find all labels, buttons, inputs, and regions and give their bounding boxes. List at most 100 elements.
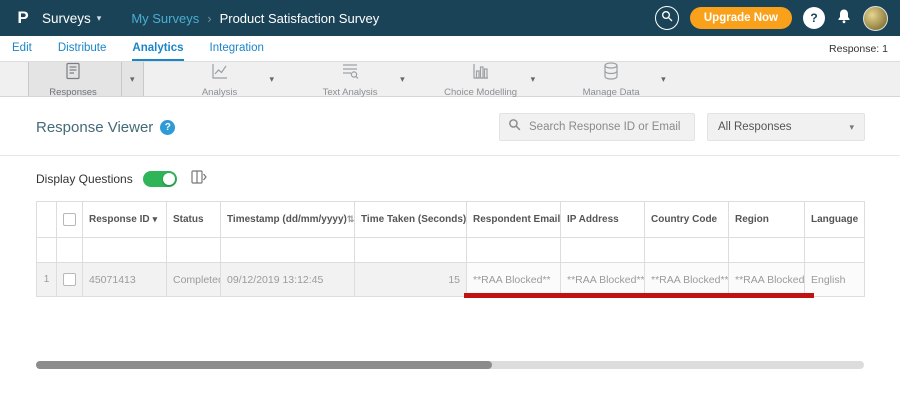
col-ip-address-label: IP Address — [567, 214, 619, 225]
bell-icon — [836, 8, 852, 29]
col-language[interactable]: Language — [804, 201, 865, 238]
sort-desc-icon: ▾ — [152, 214, 158, 224]
filter-input-region[interactable] — [735, 238, 798, 262]
col-language-label: Language — [811, 214, 859, 225]
horizontal-scrollbar[interactable] — [36, 361, 864, 369]
column-view-button[interactable] — [191, 169, 207, 189]
filter-input-status[interactable] — [173, 238, 214, 262]
ribbon-label-analysis: Analysis — [201, 86, 238, 98]
surveys-menu-label: Surveys — [42, 10, 91, 26]
nav-item-distribute[interactable]: Distribute — [58, 36, 107, 61]
table-row: 1 45071413 Completed 09/12/2019 13:12:45… — [36, 262, 865, 297]
responses-dropdown-caret-icon[interactable]: ▾ — [121, 62, 143, 96]
choice-modelling-icon — [471, 61, 491, 86]
col-ip-address[interactable]: IP Address — [560, 201, 645, 238]
choice-modelling-dropdown-caret-icon[interactable]: ▾ — [531, 74, 536, 85]
col-respondent-email-label: Respondent Email — [473, 214, 561, 225]
col-respondent-email[interactable]: Respondent Email — [466, 201, 561, 238]
manage-data-icon — [601, 61, 621, 86]
select-all-header — [56, 201, 83, 238]
row-checkbox[interactable] — [63, 273, 76, 286]
text-analysis-icon — [340, 61, 360, 86]
display-questions-toggle[interactable] — [142, 171, 177, 187]
response-id-link[interactable]: 45071413 — [82, 262, 167, 297]
filter-input-response-id[interactable] — [89, 238, 160, 262]
ribbon-item-choice-modelling[interactable]: Choice Modelling ▾ — [437, 61, 536, 98]
filter-input-time-taken[interactable] — [361, 238, 460, 262]
column-layout-icon — [191, 169, 207, 189]
filter-cell-check — [56, 237, 83, 263]
ribbon-label-manage-data: Manage Data — [582, 86, 640, 98]
all-responses-label: All Responses — [718, 121, 792, 133]
surveys-menu-dropdown[interactable]: Surveys ▾ — [42, 11, 101, 26]
ribbon-item-manage-data[interactable]: Manage Data ▾ — [567, 61, 666, 98]
breadcrumb-separator-icon: › — [207, 10, 212, 26]
app-logo[interactable]: P — [12, 7, 34, 29]
page-root: P Surveys ▾ My Surveys › Product Satisfa… — [0, 0, 900, 401]
user-avatar[interactable] — [863, 5, 888, 31]
notifications-button[interactable] — [836, 8, 852, 29]
col-region[interactable]: Region — [728, 201, 805, 238]
col-response-id-label: Response ID — [89, 214, 150, 225]
col-time-taken-label: Time Taken (Seconds) — [361, 214, 467, 225]
display-questions-label: Display Questions — [36, 172, 133, 186]
help-button[interactable]: ? — [803, 7, 825, 29]
row-number: 1 — [36, 262, 57, 297]
toggle-knob — [162, 173, 175, 185]
col-status[interactable]: Status — [166, 201, 221, 238]
breadcrumb: My Surveys › Product Satisfaction Survey — [131, 11, 379, 26]
country-code-cell: **RAA Blocked** — [644, 262, 729, 297]
ribbon-item-responses[interactable]: Responses ▾ — [28, 61, 144, 98]
col-timestamp[interactable]: Timestamp (dd/mm/yyyy) ⇅ — [220, 201, 355, 238]
upgrade-now-button[interactable]: Upgrade Now — [689, 7, 792, 29]
col-time-taken[interactable]: Time Taken (Seconds)⇅ — [354, 201, 467, 238]
question-mark-icon: ? — [810, 11, 818, 25]
filter-input-respondent-email[interactable] — [473, 238, 554, 262]
response-count: Response: 1 — [829, 42, 888, 55]
filter-input-language[interactable] — [811, 238, 858, 262]
search-icon — [661, 9, 673, 27]
nav-item-edit[interactable]: Edit — [12, 36, 32, 61]
title-help-icon[interactable]: ? — [160, 119, 176, 135]
top-header: P Surveys ▾ My Surveys › Product Satisfa… — [0, 0, 900, 36]
responses-table-wrap: Response ID ▾ Status Timestamp (dd/mm/yyy… — [36, 201, 865, 298]
select-all-checkbox[interactable] — [63, 213, 76, 226]
manage-data-dropdown-caret-icon[interactable]: ▾ — [661, 74, 666, 85]
red-annotation-underline — [464, 293, 814, 298]
ribbon-item-text-analysis[interactable]: Text Analysis ▾ — [306, 61, 405, 98]
nav-item-integration[interactable]: Integration — [210, 36, 264, 61]
timestamp-cell: 09/12/2019 13:12:45 — [220, 262, 355, 297]
nav-item-analytics[interactable]: Analytics — [132, 36, 184, 61]
scrollbar-thumb[interactable] — [36, 361, 492, 369]
table-header-row: Response ID ▾ Status Timestamp (dd/mm/yyy… — [36, 201, 865, 238]
filter-input-timestamp[interactable] — [227, 238, 348, 262]
response-search-input[interactable] — [527, 120, 686, 134]
response-search-box — [499, 113, 695, 141]
col-country-code[interactable]: Country Code — [644, 201, 729, 238]
filter-cell-num — [36, 237, 57, 263]
row-number-header — [36, 201, 57, 238]
table-filter-row — [36, 237, 865, 263]
region-cell: **RAA Blocked** — [728, 262, 805, 297]
text-analysis-dropdown-caret-icon[interactable]: ▾ — [400, 74, 405, 85]
col-status-label: Status — [173, 214, 204, 225]
ribbon-item-analysis[interactable]: Analysis ▾ — [176, 61, 275, 98]
analysis-dropdown-caret-icon[interactable]: ▾ — [270, 74, 275, 85]
search-button[interactable] — [654, 6, 679, 30]
breadcrumb-current-survey: Product Satisfaction Survey — [219, 10, 380, 26]
time-taken-cell: 15 — [354, 262, 467, 297]
status-cell: Completed — [166, 262, 221, 297]
search-icon — [508, 118, 521, 136]
analysis-icon — [210, 61, 230, 86]
filter-input-country-code[interactable] — [651, 238, 722, 262]
col-region-label: Region — [735, 214, 769, 225]
language-cell: English — [804, 262, 865, 297]
col-response-id[interactable]: Response ID ▾ — [82, 201, 167, 238]
filter-input-ip-address[interactable] — [567, 238, 638, 262]
breadcrumb-my-surveys[interactable]: My Surveys — [131, 11, 199, 26]
responses-icon — [63, 61, 83, 86]
all-responses-dropdown[interactable]: All Responses ▾ — [707, 113, 865, 141]
response-viewer-header: Response Viewer ? All Responses ▾ — [36, 113, 865, 141]
header-actions: Upgrade Now ? — [654, 5, 888, 31]
ip-address-cell: **RAA Blocked** — [560, 262, 645, 297]
